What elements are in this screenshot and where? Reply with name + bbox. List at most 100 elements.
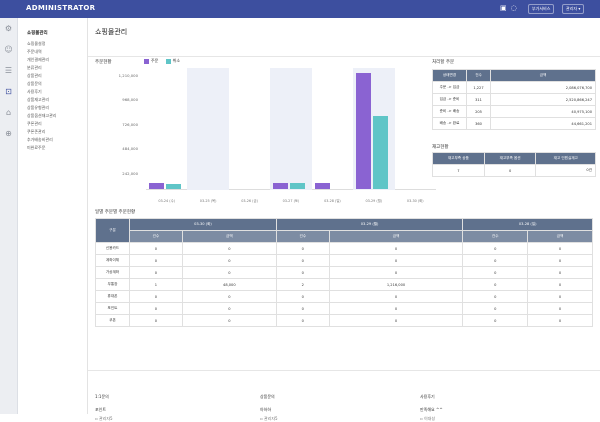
x-tick-label: 03-24 (수) (158, 199, 176, 203)
chart-legend: 주문 취소 (144, 58, 180, 64)
cell: 0 (328, 314, 464, 327)
extra-service-button[interactable]: 부가서비스 (528, 4, 555, 14)
chart-bar[interactable] (373, 116, 389, 189)
inquiry-item-author: ▫ 관리자5 (95, 416, 113, 422)
help-icon[interactable]: ◌ (511, 4, 517, 12)
main-content: 쇼핑몰관리 주문현황 주문 취소 처리할 주문 상태변경 건수 금액 주문 ->… (88, 18, 600, 421)
user-menu-label: 관리자 (566, 6, 578, 11)
product-inquiry-heading: 상품문의 (260, 394, 275, 399)
cell: 0 (181, 242, 277, 255)
sidebar-item[interactable]: 상품옵션재고관리 (27, 113, 56, 119)
column-header: 건수 (466, 69, 491, 82)
sidebar-item[interactable]: 추가배송비관리 (27, 137, 53, 143)
chart-highlight-band (187, 68, 229, 190)
user-icon: ▫ (260, 416, 263, 421)
cell: 0 (527, 302, 593, 315)
cell: 311 (466, 93, 491, 106)
table-row[interactable]: 계좌이체 0 0 0 0 0 0 (95, 254, 593, 267)
settings-icon[interactable]: ⚙ (0, 18, 17, 39)
x-tick-label: 03-27 (토) (282, 199, 300, 203)
inquiry-section: 1:1문의 포인트 ▫ 관리자5 (95, 394, 113, 422)
cell: 0 (275, 266, 330, 279)
payment-heading: 일별 주문별 주문현황 (95, 210, 136, 215)
chart-bar[interactable] (273, 183, 289, 189)
stats-icon[interactable]: ⌂ (0, 102, 17, 123)
table-row[interactable]: 7 0 0건 (432, 164, 596, 177)
chart-bar[interactable] (356, 73, 372, 189)
sidebar-item[interactable]: 상품유형관리 (27, 105, 49, 111)
cell: 0 (462, 254, 529, 267)
cell: 0 (275, 314, 330, 327)
product-inquiry-item-title[interactable]: 아하하 (260, 407, 278, 413)
chart-bar[interactable] (166, 184, 181, 189)
column-header: 재고 인원실재고 (535, 152, 596, 165)
inquiry-item-title[interactable]: 포인트 (95, 407, 113, 413)
y-tick-label: 726,000 (122, 121, 138, 127)
chart-highlight-band (270, 68, 312, 190)
table-row[interactable]: 포인트 0 0 0 0 0 0 (95, 302, 593, 315)
cell: 0 (462, 266, 529, 279)
sidebar-item[interactable]: 쿠폰존관리 (27, 129, 45, 135)
table-row[interactable]: 준비 -> 배송 205 40,975,100 (432, 105, 596, 118)
table-row[interactable]: 신용카드 0 0 0 0 0 0 (95, 242, 593, 255)
cell: 0 (181, 254, 277, 267)
cell: 주문 -> 입금 (432, 81, 467, 94)
legend-swatch (165, 58, 171, 64)
user-menu-button[interactable]: 관리자 ▾ (562, 4, 585, 14)
cell: 0 (129, 302, 183, 315)
sidebar-title: 쇼핑몰관리 (27, 31, 48, 36)
table-row[interactable]: 휴대폰 0 0 0 0 0 0 (95, 290, 593, 303)
board-icon[interactable]: ☰ (0, 60, 17, 81)
cell: 0 (181, 314, 277, 327)
sidebar-item[interactable]: 사용후기 (27, 89, 42, 95)
cell: 1 (129, 278, 183, 291)
status-orders-table: 상태변경 건수 금액 주문 -> 입금 1,227 2,086,076,700 입금… (432, 69, 596, 130)
chart-bar[interactable] (314, 183, 330, 189)
sidebar-item[interactable]: 상품문의 (27, 81, 42, 87)
cell: 0 (181, 290, 277, 303)
chart-bar[interactable] (149, 183, 164, 189)
cell: 0 (275, 242, 330, 255)
mail-icon[interactable]: ⊕ (0, 123, 17, 144)
table-row[interactable]: 배송 -> 완료 360 44,661,201 (432, 117, 596, 130)
sidebar-item[interactable]: 쿠폰관리 (27, 121, 42, 127)
chart-bar[interactable] (290, 183, 306, 189)
legend-swatch (144, 58, 149, 64)
top-bar: ADMINISTRATOR ▣ ◌ 부가서비스 관리자 ▾ (0, 0, 600, 18)
cell: 입금 -> 준비 (432, 93, 467, 106)
bell-icon[interactable]: ▣ (500, 4, 507, 12)
cell: 0 (462, 290, 529, 303)
brand-title[interactable]: ADMINISTRATOR (26, 4, 95, 12)
column-header: 금액 (181, 230, 277, 243)
column-header: 건수 (129, 230, 183, 243)
cell: 0 (462, 302, 529, 315)
column-header: 건수 (462, 230, 529, 243)
table-row[interactable]: 무통장 1 48,000 2 1,216,000 0 0 (95, 278, 593, 291)
column-header: 구분 (95, 218, 130, 243)
x-tick-label: 03-30 (화) (406, 199, 424, 203)
table-row[interactable]: 입금 -> 준비 311 2,520,866,247 (432, 93, 596, 106)
table-row[interactable]: 가상계좌 0 0 0 0 0 0 (95, 266, 593, 279)
cell: 0 (527, 278, 593, 291)
cell: 가상계좌 (95, 266, 130, 279)
shop-cart-icon[interactable]: ⊡ (0, 81, 17, 102)
sidebar-item[interactable]: 미완료주문 (27, 145, 45, 151)
sidebar-item[interactable]: 분류관리 (27, 65, 42, 71)
y-tick-label: 242,000 (122, 170, 138, 176)
table-row[interactable]: 쿠폰 0 0 0 0 0 0 (95, 314, 593, 327)
cell: 48,000 (181, 278, 277, 291)
sidebar-item[interactable]: 상품재고관리 (27, 97, 49, 103)
cell: 0 (328, 290, 464, 303)
sidebar-item[interactable]: 상품관리 (27, 73, 42, 79)
user-icon: ▫ (420, 416, 423, 421)
member-icon[interactable]: ☺ (0, 39, 17, 60)
topbar-icons: ▣ ◌ (500, 4, 521, 12)
cell: 신용카드 (95, 242, 130, 255)
sidebar-item[interactable]: 쇼핑몰설정 (27, 41, 45, 47)
sidebar-item[interactable]: 주문내역 (27, 49, 42, 55)
cell: 0건 (535, 164, 596, 177)
review-item-title[interactable]: 만족해요 ^^ (420, 407, 443, 413)
cell: 205 (466, 105, 491, 118)
table-row[interactable]: 주문 -> 입금 1,227 2,086,076,700 (432, 81, 596, 94)
sidebar-item[interactable]: 개인결제관리 (27, 57, 49, 63)
